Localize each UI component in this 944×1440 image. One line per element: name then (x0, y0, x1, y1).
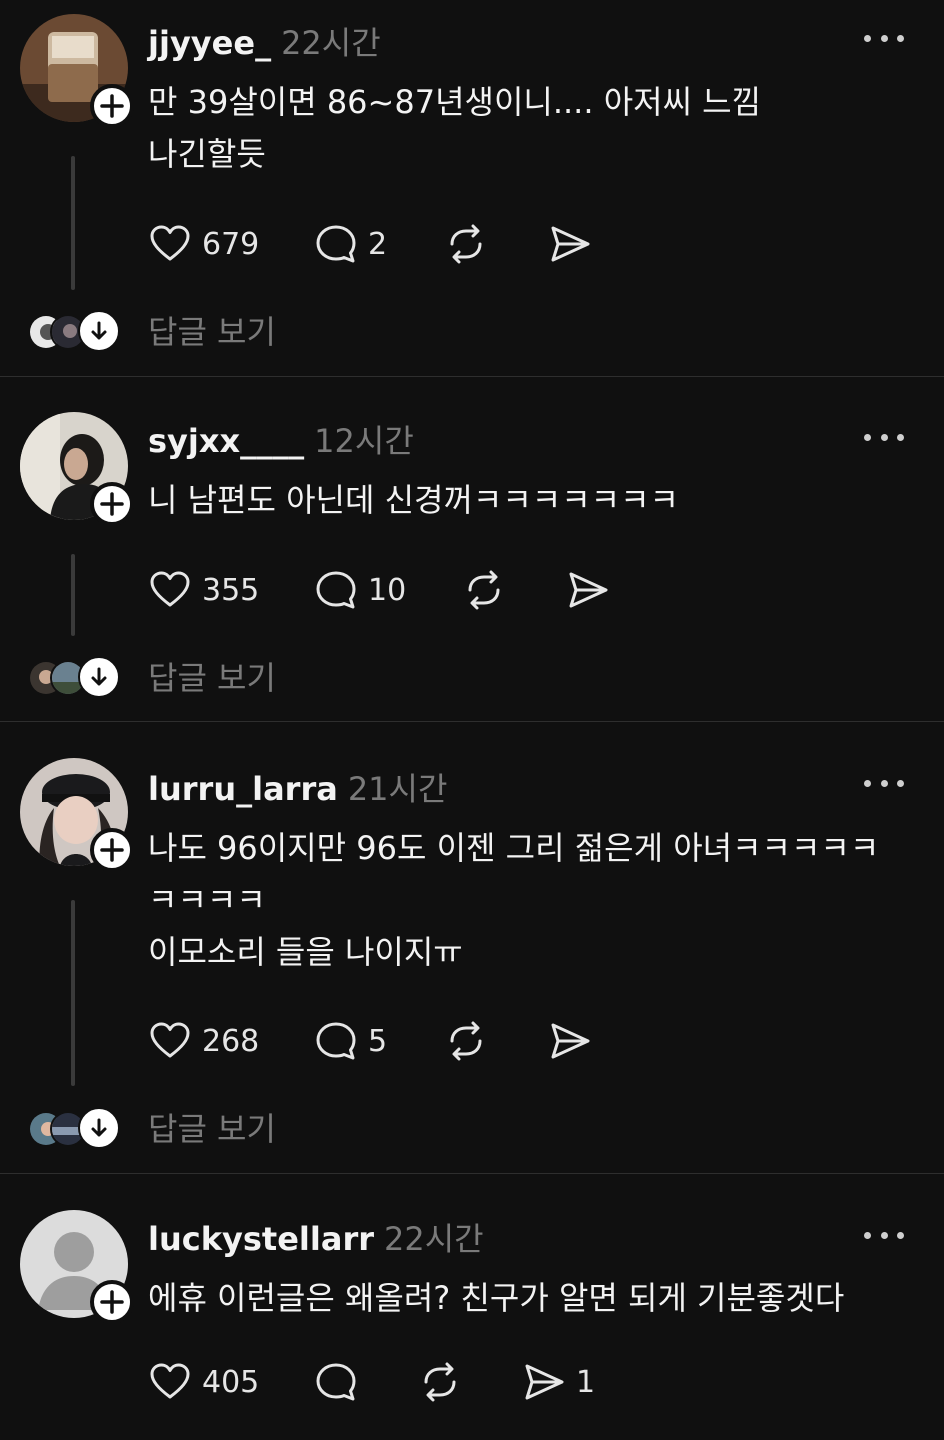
username-text[interactable]: lurru_larra (148, 770, 338, 808)
post-text: 만 39살이면 86~87년생이니.... 아저씨 느낌 나긴할듯 (148, 76, 761, 180)
heart-icon (150, 225, 190, 261)
repost-icon (424, 1362, 456, 1402)
arrow-down-icon[interactable] (78, 656, 120, 698)
share-button[interactable] (548, 1019, 602, 1063)
thread-line (71, 156, 75, 290)
comment-button[interactable] (314, 1360, 368, 1404)
like-count: 355 (202, 572, 260, 608)
repost-button[interactable] (444, 1019, 488, 1063)
plus-icon (100, 1290, 124, 1314)
more-dots-icon[interactable] (864, 1225, 904, 1245)
share-button[interactable] (548, 222, 602, 266)
like-count: 679 (202, 226, 260, 262)
view-replies-label[interactable]: 답글 보기 (148, 310, 276, 354)
comment-button[interactable]: 5 (314, 1019, 387, 1063)
repost-icon (450, 1021, 482, 1061)
send-icon (569, 572, 608, 608)
view-replies-label[interactable]: 답글 보기 (148, 1107, 276, 1151)
post-text-line: 만 39살이면 86~87년생이니.... 아저씨 느낌 (148, 83, 762, 121)
comment-count: 2 (368, 226, 388, 262)
heart-icon (150, 571, 190, 607)
username-text[interactable]: jjyyee_ (148, 24, 271, 62)
send-icon (525, 1364, 564, 1400)
thread-line (71, 900, 75, 1086)
timestamp: 22시간 (384, 1220, 484, 1258)
arrow-down-icon[interactable] (78, 310, 120, 352)
plus-icon (100, 492, 124, 516)
send-icon (551, 1023, 590, 1059)
username[interactable]: syjxx____ 12시간 (148, 416, 414, 462)
timestamp: 12시간 (314, 422, 414, 460)
follow-button[interactable] (90, 1280, 134, 1324)
like-button[interactable]: 679 (148, 222, 259, 266)
post-text-line: 에휴 이런글은 왜올려? 친구가 알면 되게 기분좋겟다 (148, 1279, 845, 1317)
post-text: 나도 96이지만 96도 이젠 그리 젊은게 아녀ㅋㅋㅋㅋㅋ ㅋㅋㅋㅋ 이모소리… (148, 822, 879, 978)
divider (0, 376, 944, 377)
post-text-line: 이모소리 들을 나이지ㅠ (148, 933, 463, 971)
comment-button[interactable]: 2 (314, 222, 387, 266)
divider (0, 1173, 944, 1174)
heart-icon (150, 1022, 190, 1058)
follow-button[interactable] (90, 482, 134, 526)
like-button[interactable]: 268 (148, 1019, 259, 1063)
username[interactable]: lurru_larra 21시간 (148, 764, 447, 810)
share-button[interactable] (566, 568, 620, 612)
post-text-line: 니 남편도 아닌데 신경꺼ㅋㅋㅋㅋㅋㅋㅋ (148, 481, 679, 519)
timestamp: 22시간 (281, 24, 381, 62)
post-text-line: 나긴할듯 (148, 135, 266, 173)
more-dots-icon[interactable] (864, 28, 904, 48)
username-text[interactable]: luckystellarr (148, 1220, 374, 1258)
repost-button[interactable] (418, 1360, 462, 1404)
arrow-down-icon[interactable] (78, 1107, 120, 1149)
plus-icon (100, 838, 124, 862)
like-count: 268 (202, 1023, 260, 1059)
comment-count: 5 (368, 1023, 388, 1059)
send-icon (551, 226, 590, 262)
repost-icon (450, 224, 482, 264)
repost-button[interactable] (444, 222, 488, 266)
share-count: 1 (576, 1364, 596, 1400)
view-replies-label[interactable]: 답글 보기 (148, 656, 276, 700)
post-text-line: 나도 96이지만 96도 이젠 그리 젊은게 아녀ㅋㅋㅋㅋㅋ (148, 829, 880, 867)
comment-bubble-icon (316, 225, 356, 263)
share-button[interactable]: 1 (522, 1360, 595, 1404)
thread-line (71, 554, 75, 636)
comment-bubble-icon (316, 1022, 356, 1060)
more-dots-icon[interactable] (864, 773, 904, 793)
post-text-line: ㅋㅋㅋㅋ (148, 881, 266, 919)
like-button[interactable]: 355 (148, 568, 259, 612)
comment-bubble-icon (316, 1363, 356, 1401)
divider (0, 721, 944, 722)
more-dots-icon[interactable] (864, 427, 904, 447)
comment-bubble-icon (316, 571, 356, 609)
username[interactable]: luckystellarr 22시간 (148, 1214, 484, 1260)
username[interactable]: jjyyee_ 22시간 (148, 18, 381, 64)
plus-icon (100, 94, 124, 118)
repost-button[interactable] (462, 568, 506, 612)
post-text: 에휴 이런글은 왜올려? 친구가 알면 되게 기분좋겟다 (148, 1272, 844, 1324)
timestamp: 21시간 (347, 770, 448, 808)
like-count: 405 (202, 1364, 260, 1400)
post-text: 니 남편도 아닌데 신경꺼ㅋㅋㅋㅋㅋㅋㅋ (148, 474, 679, 526)
follow-button[interactable] (90, 84, 134, 128)
like-button[interactable]: 405 (148, 1360, 259, 1404)
comment-count: 10 (368, 572, 407, 608)
repost-icon (468, 570, 500, 610)
comment-button[interactable]: 10 (314, 568, 406, 612)
follow-button[interactable] (90, 828, 134, 872)
username-text[interactable]: syjxx____ (148, 422, 304, 460)
heart-icon (150, 1363, 190, 1399)
